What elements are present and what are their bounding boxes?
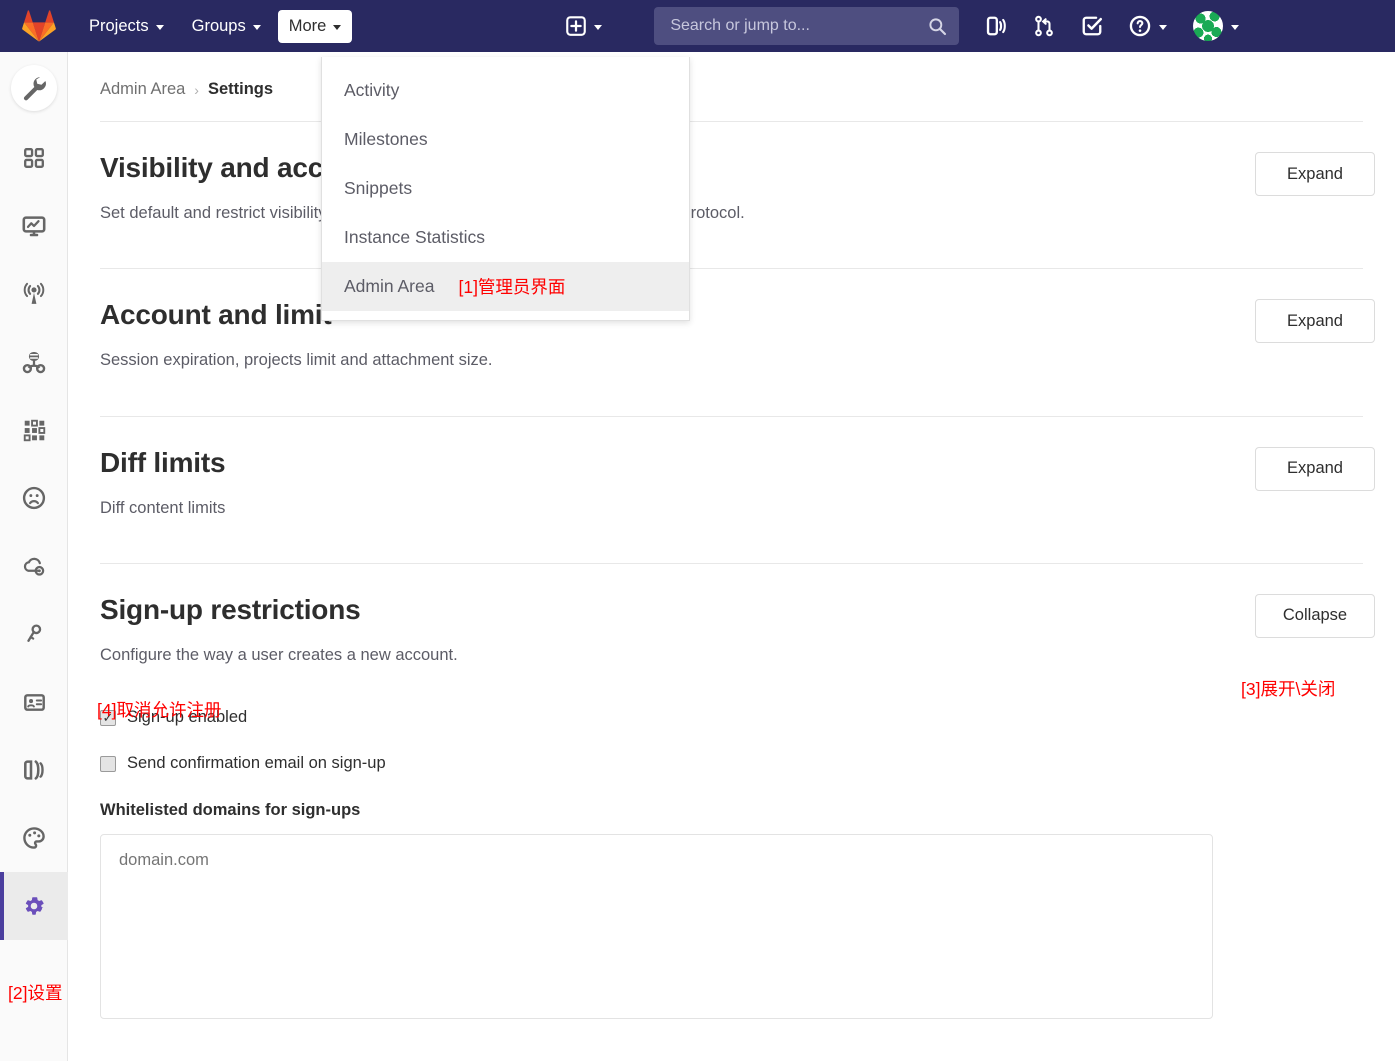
sidebar-item-geo[interactable] [0,804,68,872]
menu-item-activity-label: Activity [344,80,400,100]
avatar[interactable] [1193,11,1224,41]
sidebar-item-settings[interactable] [0,872,68,940]
merge-requests-button[interactable] [1033,15,1055,37]
menu-item-snippets[interactable]: Snippets [322,164,689,213]
annotation-2: [2]设置 [8,983,63,1003]
menu-item-activity[interactable]: Activity [322,66,689,115]
sidebar-item-overview[interactable] [0,124,68,192]
gear-icon [25,897,44,915]
abuse-reports-icon [22,486,46,510]
annotation-1: [1]管理员界面 [458,277,566,297]
confirmation-email-row[interactable]: Send confirmation email on sign-up [100,754,1363,773]
merge-request-icon [1035,15,1054,37]
license-card-icon [23,693,45,711]
section-description: Session expiration, projects limit and a… [100,351,493,370]
annotation-4: [4]取消允许注册 [97,700,222,720]
whitelisted-domains-input[interactable] [100,834,1213,1020]
search-input[interactable]: Search or jump to... [654,7,960,45]
wrench-icon [23,77,46,101]
menu-item-snippets-label: Snippets [344,178,413,198]
search-placeholder: Search or jump to... [670,17,810,34]
chevron-down-icon [252,24,261,30]
push-rules-icon [24,760,44,780]
section-title: Sign-up restrictions [100,593,361,625]
section-title: Diff limits [100,446,226,478]
messages-broadcast-icon [23,282,45,304]
help-question-icon [1130,15,1151,37]
create-new-button[interactable] [566,16,603,36]
plus-square-icon [566,16,587,36]
menu-item-admin-area-label: Admin Area [344,276,435,296]
signup-enabled-row[interactable]: ✓ Sign-up enabled [100,708,1363,727]
menu-item-admin-area[interactable]: Admin Area [1]管理员界面 [322,262,689,311]
expand-button-account-limit[interactable]: Expand [1255,299,1375,344]
annotation-3: [3]展开\关闭 [1241,679,1336,699]
section-title: Visibility and access controls [100,152,486,183]
nav-item-projects-label: Projects [89,16,149,35]
menu-item-milestones[interactable]: Milestones [322,115,689,164]
menu-item-instance-statistics[interactable]: Instance Statistics [322,213,689,262]
overview-grid-icon [24,148,44,168]
collapse-button-sign-up[interactable]: Collapse [1255,593,1375,638]
breadcrumb: Admin Area › Settings [68,52,1395,99]
issues-board-button[interactable] [985,15,1007,37]
sidebar-item-applications[interactable] [0,396,68,464]
sidebar-item-monitoring[interactable] [0,192,68,260]
todos-button[interactable] [1081,15,1103,37]
top-navigation-bar: Projects Groups More Search or jump to..… [0,0,1395,52]
admin-sidebar [0,52,68,1061]
kubernetes-cloud-icon [23,557,45,576]
expand-button-visibility[interactable]: Expand [1255,152,1375,196]
geo-palette-icon [23,827,45,849]
sidebar-item-system-hooks[interactable] [0,328,68,396]
main-content: Admin Area › Settings Visibility and acc… [68,52,1395,1061]
breadcrumb-current: Settings [207,80,274,98]
section-account-and-limit: Account and limit Session expiration, pr… [68,269,1395,371]
confirmation-email-checkbox[interactable] [100,755,116,772]
section-description: Diff content limits [100,498,226,517]
sidebar-item-abuse-reports[interactable] [0,464,68,532]
sidebar-item-kubernetes[interactable] [0,532,68,600]
nav-item-projects[interactable]: Projects [78,10,175,43]
search-icon [929,17,947,35]
section-sign-up-restrictions: Sign-up restrictions Configure the way a… [68,564,1395,1024]
breadcrumb-root[interactable]: Admin Area [100,80,185,99]
sidebar-item-messages[interactable] [0,260,68,328]
more-dropdown-menu: Activity Milestones Snippets Instance St… [321,57,690,321]
section-diff-limits: Diff limits Diff content limits Expand [68,417,1395,519]
menu-item-milestones-label: Milestones [344,129,428,149]
applications-grid-icon [23,419,45,441]
nav-item-groups[interactable]: Groups [181,10,272,43]
system-hooks-icon [22,351,46,374]
help-button[interactable] [1129,15,1168,37]
gitlab-logo-icon[interactable] [22,9,56,43]
menu-item-instance-statistics-label: Instance Statistics [344,227,486,247]
monitoring-screen-icon [22,216,46,237]
chevron-down-icon[interactable] [1231,24,1240,30]
issues-board-icon [987,16,1007,36]
nav-item-groups-label: Groups [191,16,246,35]
nav-item-more-label: More [288,16,327,35]
chevron-down-icon [1159,24,1168,30]
sidebar-item-push-rules[interactable] [0,736,68,804]
chevron-down-icon [333,24,342,30]
expand-button-diff-limits[interactable]: Expand [1255,446,1375,491]
chevron-down-icon [155,24,164,30]
sidebar-item-admin-overview[interactable] [0,52,68,124]
section-description: Configure the way a user creates a new a… [100,645,458,664]
nav-item-more[interactable]: More [277,9,353,43]
breadcrumb-separator-icon: › [194,81,199,98]
todos-checkbox-icon [1082,16,1103,36]
sidebar-item-license[interactable] [0,668,68,736]
section-title: Account and limit [100,299,332,331]
whitelisted-domains-label: Whitelisted domains for sign-ups [100,801,361,820]
confirmation-email-label: Send confirmation email on sign-up [127,754,386,773]
sidebar-item-deploy-keys[interactable] [0,600,68,668]
section-description: Set default and restrict visibility leve… [100,204,745,222]
section-visibility-and-access-controls: Visibility and access controls Set defau… [68,122,1395,224]
deploy-keys-icon [27,624,42,642]
chevron-down-icon [594,24,603,30]
